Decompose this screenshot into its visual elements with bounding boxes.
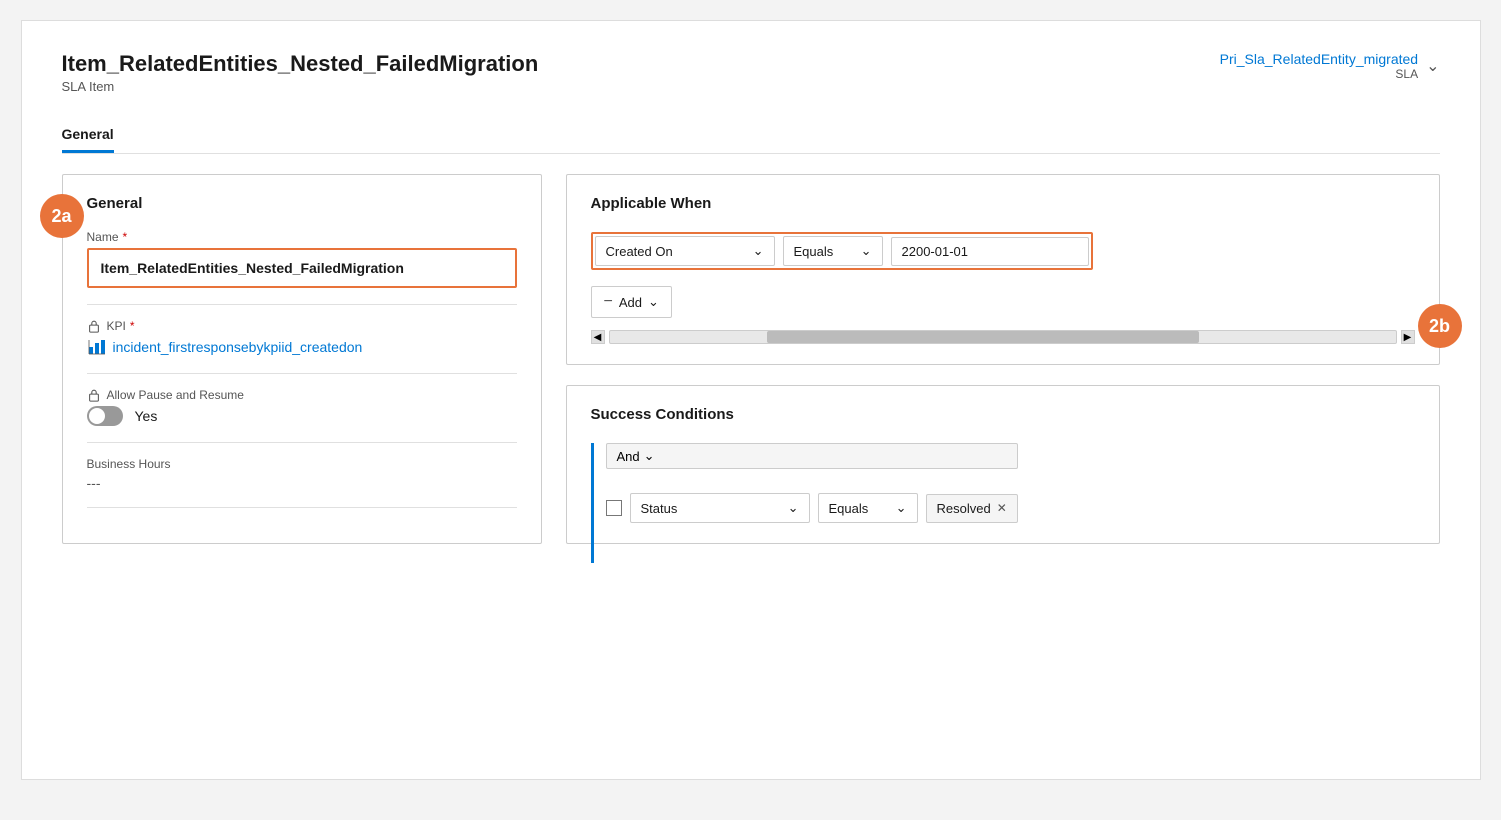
equals-operator-dropdown[interactable]: Equals ⌄ (783, 236, 883, 266)
toggle-value-label: Yes (135, 408, 158, 424)
name-field-group: Name* Item_RelatedEntities_Nested_Failed… (87, 230, 517, 288)
right-panel: Applicable When Created On ⌄ Equals ⌄ (566, 174, 1440, 544)
divider-4 (87, 507, 517, 508)
page-subtitle: SLA Item (62, 79, 539, 94)
business-hours-group: Business Hours --- (87, 457, 517, 491)
business-hours-value: --- (87, 475, 517, 491)
kpi-link[interactable]: incident_firstresponsebykpiid_createdon (87, 337, 517, 357)
applicable-when-title: Applicable When (591, 195, 1415, 212)
scroll-track[interactable] (609, 330, 1397, 344)
kpi-field-group: KPI* incident_firstresponsebykpiid_creat… (87, 319, 517, 357)
operator-chevron-icon: ⌄ (861, 243, 872, 259)
scroll-thumb (767, 331, 1199, 343)
header-left: Item_RelatedEntities_Nested_FailedMigrat… (62, 51, 539, 94)
blue-vertical-line (591, 443, 594, 563)
chevron-down-icon: ⌄ (1426, 56, 1439, 76)
general-panel-title: General (87, 195, 517, 212)
page-title: Item_RelatedEntities_Nested_FailedMigrat… (62, 51, 539, 77)
toggle-thumb (89, 408, 105, 424)
allow-pause-label: Allow Pause and Resume (87, 388, 517, 402)
business-hours-label: Business Hours (87, 457, 517, 471)
kpi-required-star: * (130, 319, 135, 333)
tab-bar: General (62, 118, 1440, 154)
applicable-condition-box: Created On ⌄ Equals ⌄ (591, 232, 1093, 270)
horizontal-scrollbar: ◀ ▶ (591, 330, 1415, 344)
name-label: Name* (87, 230, 517, 244)
status-dropdown[interactable]: Status ⌄ (630, 493, 810, 523)
status-equals-dropdown[interactable]: Equals ⌄ (818, 493, 918, 523)
add-chevron-icon: ⌄ (648, 294, 659, 310)
resolved-close-icon[interactable]: ✕ (997, 501, 1007, 515)
success-conditions-section: Success Conditions And ⌄ (566, 385, 1440, 544)
success-conditions-title: Success Conditions (591, 406, 1415, 423)
and-chevron-icon: ⌄ (644, 448, 655, 464)
lock-icon (87, 319, 101, 333)
annotation-2b: 2b (1418, 304, 1462, 348)
general-panel: General Name* Item_RelatedEntities_Neste… (62, 174, 542, 544)
applicable-when-section: Applicable When Created On ⌄ Equals ⌄ (566, 174, 1440, 365)
sla-selector[interactable]: Pri_Sla_RelatedEntity_migrated SLA ⌄ (1220, 51, 1440, 81)
tab-general[interactable]: General (62, 118, 114, 153)
page-header: Item_RelatedEntities_Nested_FailedMigrat… (62, 51, 1440, 94)
main-content: 2a 2b General Name* Item_RelatedEntities… (62, 174, 1440, 544)
success-condition-row: Status ⌄ Equals ⌄ Resolved ✕ (606, 493, 1018, 523)
scroll-left-arrow[interactable]: ◀ (591, 330, 605, 344)
sla-name: Pri_Sla_RelatedEntity_migrated (1220, 51, 1418, 67)
kpi-chart-icon (87, 337, 107, 357)
allow-pause-group: Allow Pause and Resume Yes (87, 388, 517, 426)
divider-2 (87, 373, 517, 374)
add-button[interactable]: − Add ⌄ (591, 286, 672, 318)
required-star: * (123, 230, 128, 244)
divider-1 (87, 304, 517, 305)
and-button[interactable]: And ⌄ (606, 443, 1018, 469)
dropdown-chevron-icon: ⌄ (753, 243, 764, 259)
status-op-chevron-icon: ⌄ (896, 500, 907, 516)
resolved-badge: Resolved ✕ (926, 494, 1018, 523)
lock-icon-2 (87, 388, 101, 402)
applicable-condition-row: Created On ⌄ Equals ⌄ (591, 232, 1415, 270)
pause-resume-toggle[interactable] (87, 406, 123, 426)
divider-3 (87, 442, 517, 443)
status-chevron-icon: ⌄ (788, 500, 799, 516)
toggle-row: Yes (87, 406, 517, 426)
scroll-right-arrow[interactable]: ▶ (1401, 330, 1415, 344)
minus-icon: − (604, 293, 613, 311)
sla-label: SLA (1220, 67, 1418, 81)
kpi-label: KPI* (87, 319, 517, 333)
name-field-box[interactable]: Item_RelatedEntities_Nested_FailedMigrat… (87, 248, 517, 288)
annotation-2a: 2a (40, 194, 84, 238)
created-on-dropdown[interactable]: Created On ⌄ (595, 236, 775, 266)
name-field-value: Item_RelatedEntities_Nested_FailedMigrat… (101, 260, 503, 276)
condition-checkbox[interactable] (606, 500, 622, 516)
date-value-input[interactable] (891, 237, 1089, 266)
